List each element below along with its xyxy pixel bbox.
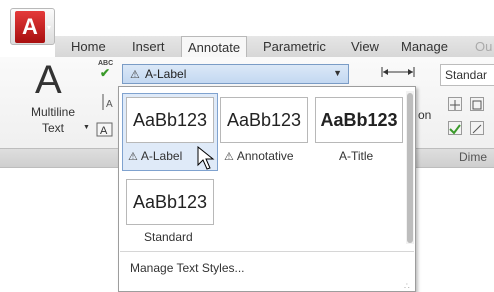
style-tile-standard[interactable]: AaBb123 xyxy=(126,179,214,225)
style-label-annotative: Annotative xyxy=(236,149,294,163)
panel-title-dimensions: Dime xyxy=(459,150,488,164)
multiline-text-label-line1: Multiline xyxy=(30,105,75,119)
style-tile-a-title[interactable]: AaBb123 xyxy=(315,97,403,143)
ribbon-tab-strip: Home Insert Annotate Parametric View Man… xyxy=(55,36,494,58)
reassociate-icon xyxy=(472,124,482,134)
text-field-button[interactable]: A xyxy=(96,120,114,138)
style-label-a-title: A-Title xyxy=(339,149,374,163)
tab-manage[interactable]: Manage xyxy=(401,36,448,57)
mouse-pointer-icon xyxy=(197,146,215,170)
svg-text:A: A xyxy=(100,125,108,137)
dimension-adjust-button[interactable] xyxy=(448,121,462,135)
dimension-tool-label-partial: on xyxy=(418,108,432,122)
tab-output[interactable]: Ou xyxy=(475,36,492,57)
gallery-scrollbar-thumb[interactable] xyxy=(407,93,413,243)
annotative-triangle-icon: ⚠ xyxy=(224,151,234,163)
check-icon: ✔ xyxy=(100,66,111,80)
tab-parametric[interactable]: Parametric xyxy=(263,36,326,57)
manage-text-styles-link[interactable]: Manage Text Styles... xyxy=(130,261,245,275)
multiline-text-label-line2: Text xyxy=(41,121,64,135)
text-field-icon: A xyxy=(96,122,113,137)
chevron-down-icon: ▾ xyxy=(46,23,51,32)
svg-text:A: A xyxy=(106,99,113,110)
tab-view[interactable]: View xyxy=(351,36,379,57)
dimension-reassociate-button[interactable] xyxy=(470,121,484,135)
text-style-combo-value: A-Label xyxy=(145,67,187,81)
autocad-logo-icon: A xyxy=(15,11,45,43)
chevron-down-icon: ▼ xyxy=(83,124,90,131)
dimension-break-icon xyxy=(450,100,460,110)
style-tile-annotative[interactable]: AaBb123 xyxy=(220,97,308,143)
style-label-standard: Standard xyxy=(144,230,193,244)
style-tile-annotative-caption: ⚠ Annotative xyxy=(224,149,294,163)
tab-insert[interactable]: Insert xyxy=(132,36,165,57)
multiline-text-icon: A xyxy=(35,58,62,102)
dimension-style-combo[interactable]: Standar xyxy=(440,64,494,86)
dimension-break-button[interactable] xyxy=(448,97,462,111)
green-check-icon xyxy=(449,124,461,135)
text-height-icon: A xyxy=(102,94,113,110)
dimension-style-combo-value: Standar xyxy=(445,68,488,82)
chevron-down-icon: ▼ xyxy=(333,68,342,78)
resize-grip-icon[interactable]: ∴ xyxy=(404,281,410,292)
linear-dimension-icon[interactable] xyxy=(381,66,415,78)
application-menu-button[interactable]: A ▾ xyxy=(10,8,55,45)
style-label-a-label: A-Label xyxy=(140,149,183,163)
annotative-triangle-icon: ⚠ xyxy=(130,69,140,81)
dimension-space-button[interactable] xyxy=(470,97,484,111)
tab-home[interactable]: Home xyxy=(71,36,106,57)
dimension-space-icon xyxy=(472,100,482,110)
tab-annotate[interactable]: Annotate xyxy=(181,36,248,58)
gallery-divider xyxy=(120,251,414,252)
annotative-triangle-icon: ⚠ xyxy=(128,151,138,163)
multiline-text-label: Multiline Text xyxy=(23,104,83,136)
text-style-combo[interactable]: ⚠ A-Label ▼ xyxy=(122,64,349,84)
find-text-button[interactable]: A xyxy=(100,92,114,112)
style-tile-a-label[interactable]: AaBb123 xyxy=(126,97,214,143)
style-tile-a-label-caption: ⚠ A-Label xyxy=(128,149,182,163)
spell-check-button[interactable]: ABC ✔ xyxy=(96,60,116,80)
